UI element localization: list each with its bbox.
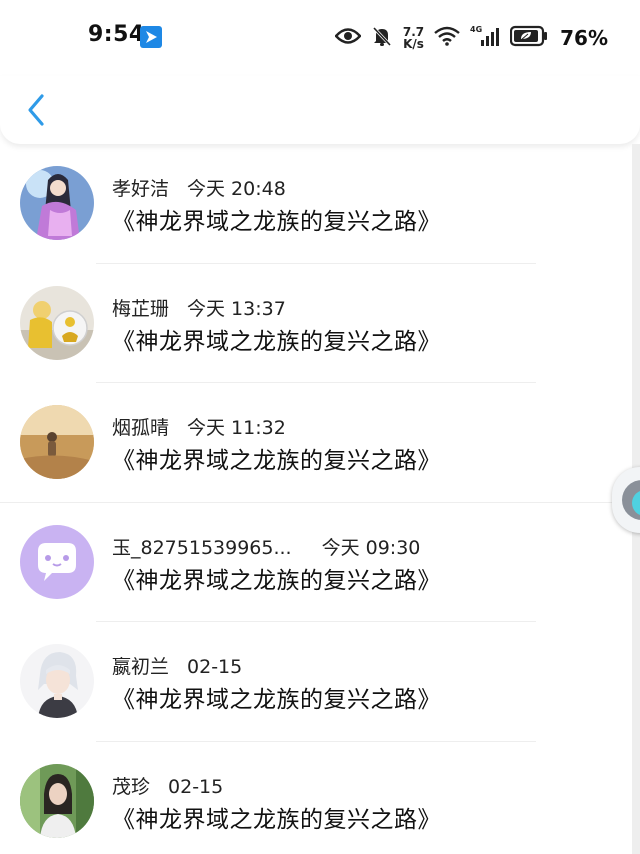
message-text: 《神龙界域之龙族的复兴之路》 (112, 567, 441, 594)
net-speed: 7.7 K/s (403, 26, 424, 50)
message-text: 《神龙界域之龙族的复兴之路》 (112, 687, 441, 714)
message-date: 02-15 (168, 775, 224, 798)
message-header: 茂珍 02-15 (112, 772, 223, 799)
list-item[interactable]: 孝好洁 今天 20:48 《神龙界域之龙族的复兴之路》 (0, 144, 632, 264)
mute-bell-icon (371, 25, 393, 51)
net-speed-unit: K/s (403, 37, 424, 51)
status-time: 9:54 (88, 22, 145, 47)
list-item[interactable]: 梅芷珊 今天 13:37 《神龙界域之龙族的复兴之路》 (0, 264, 632, 384)
avatar[interactable] (20, 285, 94, 360)
message-header: 孝好洁 今天 20:48 (112, 174, 286, 201)
avatar[interactable] (20, 166, 94, 240)
avatar[interactable] (20, 405, 94, 480)
message-date: 02-15 (187, 656, 243, 679)
message-date: 今天 13:37 (187, 297, 286, 320)
back-button[interactable] (20, 88, 60, 132)
list-item[interactable]: 茂珍 02-15 《神龙界域之龙族的复兴之路》 (0, 742, 632, 854)
sender-name: 玉_82751539965... (112, 536, 292, 559)
message-header: 玉_82751539965... 今天 09:30 (112, 533, 420, 560)
avatar[interactable] (20, 763, 94, 838)
cellular-signal-icon: 4G (470, 24, 500, 52)
sender-name: 孝好洁 (112, 178, 170, 200)
avatar[interactable] (20, 524, 94, 599)
message-list: 孝好洁 今天 20:48 《神龙界域之龙族的复兴之路》 梅芷珊 今天 13:37 《… (0, 144, 632, 854)
sender-name: 梅芷珊 (112, 297, 170, 320)
app-notification-icon (140, 26, 162, 48)
avatar[interactable] (20, 644, 94, 719)
message-date: 今天 20:48 (187, 178, 286, 200)
message-date: 今天 11:32 (187, 417, 286, 440)
message-text: 《神龙界域之龙族的复兴之路》 (112, 806, 441, 833)
chevron-left-icon (28, 94, 44, 126)
message-header: 烟孤晴 今天 11:32 (112, 413, 286, 440)
nav-bar (0, 76, 640, 144)
list-item[interactable]: 嬴初兰 02-15 《神龙界域之龙族的复兴之路》 (0, 622, 632, 742)
sender-name: 烟孤晴 (112, 417, 170, 440)
message-header: 嬴初兰 02-15 (112, 652, 242, 679)
message-date: 今天 09:30 (321, 536, 421, 559)
status-icons: 7.7 K/s 4G 76% (334, 22, 608, 54)
eye-icon (334, 27, 362, 49)
status-bar: 9:54 7.7 K/s 4G 76% (0, 0, 640, 76)
list-item[interactable]: 烟孤晴 今天 11:32 《神龙界域之龙族的复兴之路》 (0, 383, 632, 503)
battery-percent: 76% (560, 26, 608, 50)
wifi-icon (434, 26, 460, 50)
list-item[interactable]: 玉_82751539965... 今天 09:30 《神龙界域之龙族的复兴之路》 (0, 503, 632, 623)
message-header: 梅芷珊 今天 13:37 (112, 294, 286, 321)
message-text: 《神龙界域之龙族的复兴之路》 (112, 209, 441, 235)
sender-name: 茂珍 (112, 775, 151, 798)
sender-name: 嬴初兰 (112, 656, 170, 679)
message-text: 《神龙界域之龙族的复兴之路》 (112, 448, 441, 475)
battery-leaf-icon (510, 25, 548, 51)
network-type-label: 4G (470, 25, 482, 34)
message-text: 《神龙界域之龙族的复兴之路》 (112, 328, 441, 355)
